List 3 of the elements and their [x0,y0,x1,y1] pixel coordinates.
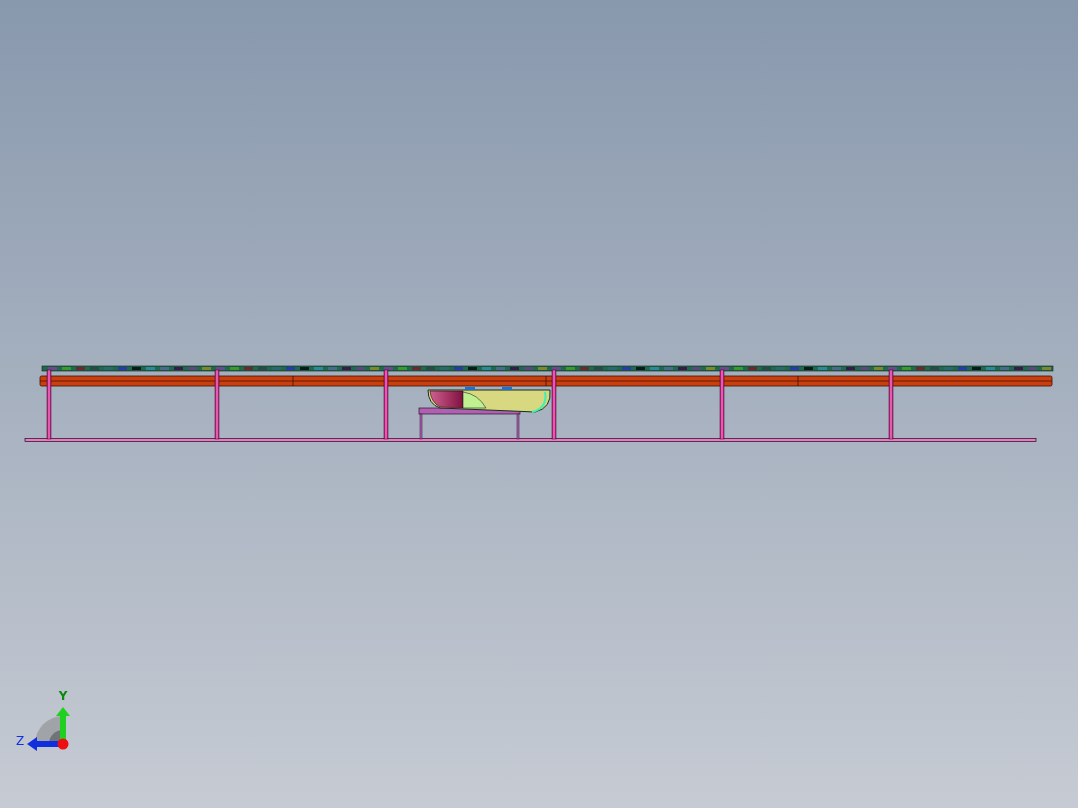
origin-dot-icon [57,738,69,750]
y-axis-label: Y [58,689,68,703]
z-axis-label: Z [15,734,25,748]
